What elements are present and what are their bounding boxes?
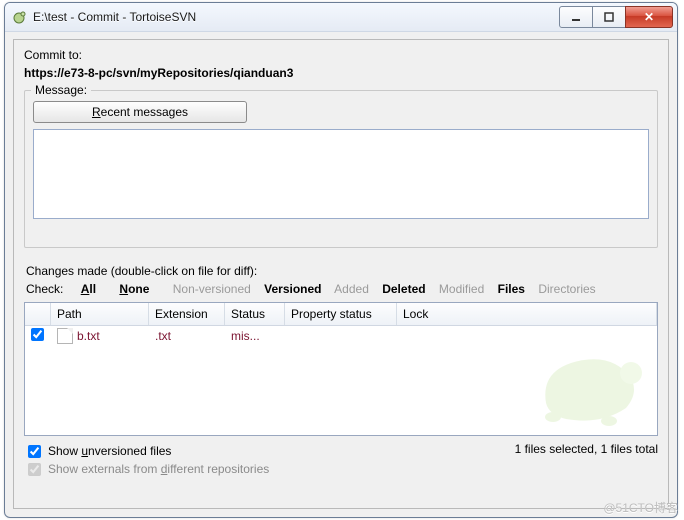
changes-list[interactable]: Path Extension Status Property status Lo… (24, 302, 658, 436)
window-buttons: ✕ (560, 6, 673, 28)
options-column: Show unversioned files Show externals fr… (24, 442, 269, 478)
show-unversioned-checkbox[interactable] (28, 445, 41, 458)
client-area: Commit to: https://e73-8-pc/svn/myReposi… (13, 39, 669, 509)
tortoise-watermark-icon (531, 333, 651, 433)
col-property-status[interactable]: Property status (285, 303, 397, 325)
message-group: Message: Recent messages (24, 90, 658, 248)
file-icon (57, 328, 73, 344)
recent-accel: R (92, 105, 101, 119)
filter-non-versioned[interactable]: Non-versioned (173, 282, 251, 296)
close-button[interactable]: ✕ (625, 6, 673, 28)
recent-messages-button[interactable]: Recent messages (33, 101, 247, 123)
show-externals-checkbox (28, 463, 41, 476)
show-externals-option: Show externals from different repositori… (24, 460, 269, 478)
col-path[interactable]: Path (51, 303, 149, 325)
row-path: b.txt (51, 328, 149, 344)
commit-message-input[interactable] (33, 129, 649, 219)
filter-none[interactable]: None (119, 282, 159, 296)
list-header: Path Extension Status Property status Lo… (25, 303, 657, 326)
window-title: E:\test - Commit - TortoiseSVN (33, 10, 560, 24)
titlebar[interactable]: E:\test - Commit - TortoiseSVN ✕ (5, 3, 677, 32)
table-row[interactable]: b.txt .txt mis... (25, 326, 657, 346)
filter-deleted[interactable]: Deleted (382, 282, 425, 296)
row-status: mis... (225, 329, 285, 343)
filter-all[interactable]: All (81, 282, 106, 296)
show-unversioned-option[interactable]: Show unversioned files (24, 442, 269, 460)
col-checkbox[interactable] (25, 303, 51, 325)
filter-versioned[interactable]: Versioned (264, 282, 321, 296)
filter-added[interactable]: Added (334, 282, 369, 296)
selection-status: 1 files selected, 1 files total (515, 442, 658, 456)
bottom-row: Show unversioned files Show externals fr… (24, 442, 658, 478)
col-extension[interactable]: Extension (149, 303, 225, 325)
commit-dialog: E:\test - Commit - TortoiseSVN ✕ Commit … (4, 2, 678, 518)
changes-hint: Changes made (double-click on file for d… (26, 264, 658, 278)
row-checkbox[interactable] (31, 328, 44, 341)
filter-modified[interactable]: Modified (439, 282, 484, 296)
filter-files[interactable]: Files (498, 282, 525, 296)
row-extension: .txt (149, 329, 225, 343)
filter-directories[interactable]: Directories (538, 282, 595, 296)
tortoisesvn-icon (11, 9, 27, 25)
minimize-button[interactable] (559, 6, 593, 28)
check-filter-row: Check: All None Non-versioned Versioned … (26, 282, 658, 296)
page-watermark: @51CTO博客 (603, 499, 678, 516)
maximize-button[interactable] (592, 6, 626, 28)
check-label: Check: (26, 282, 63, 296)
commit-to-label: Commit to: (24, 48, 658, 62)
commit-url: https://e73-8-pc/svn/myRepositories/qian… (24, 66, 658, 80)
message-label: Message: (31, 83, 91, 97)
col-lock[interactable]: Lock (397, 303, 657, 325)
col-status[interactable]: Status (225, 303, 285, 325)
